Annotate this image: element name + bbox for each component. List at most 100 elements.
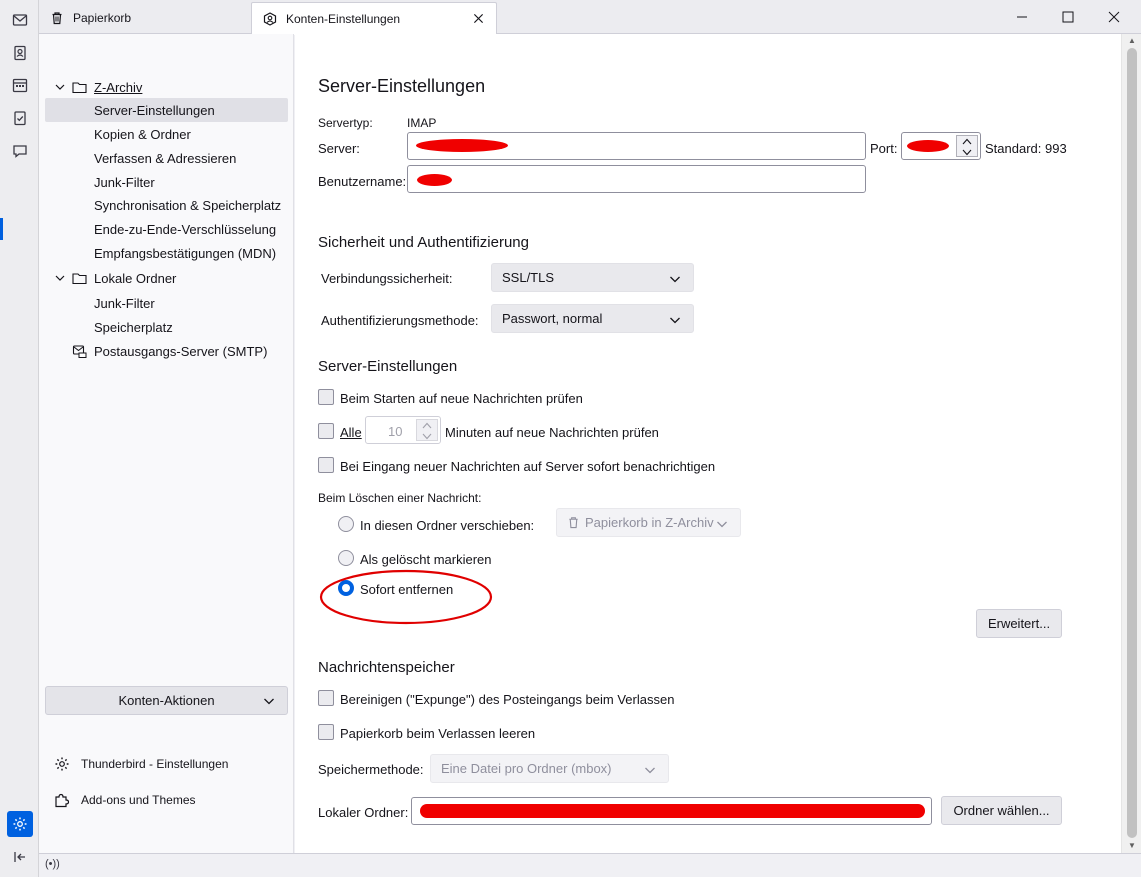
notify-checkbox[interactable] [318,457,334,473]
redaction-mark [416,139,508,152]
tree-item-junk-filter-local[interactable]: Junk-Filter [45,291,288,315]
mail-icon[interactable] [7,7,33,33]
scroll-down-icon[interactable]: ▼ [1127,842,1137,850]
connection-security-select[interactable]: SSL/TLS [491,263,694,292]
on-delete-label: Beim Löschen einer Nachricht: [318,491,482,505]
chevron-down-icon[interactable] [54,272,66,284]
tree-item-e2e[interactable]: Ende-zu-Ende-Verschlüsselung [45,217,288,241]
tree-account-lokale-ordner[interactable]: Lokale Ordner [45,266,288,290]
chevron-up-icon[interactable] [957,136,977,147]
notify-label: Bei Eingang neuer Nachrichten auf Server… [340,459,716,474]
check-on-start-label: Beim Starten auf neue Nachrichten prüfen [340,391,583,406]
account-actions-button[interactable]: Konten-Aktionen [45,686,288,715]
address-book-icon[interactable] [7,40,33,66]
window-close-icon[interactable] [1091,0,1137,34]
delete-move-label: In diesen Ordner verschieben: [360,518,535,533]
chevron-down-icon[interactable] [417,431,437,442]
empty-trash-checkbox[interactable] [318,724,334,740]
tree-label: Z-Archiv [94,79,143,95]
online-status-icon[interactable]: (•)) [45,858,60,870]
trash-icon [567,516,580,529]
delete-target-select[interactable]: Papierkorb in Z-Archiv [556,508,741,537]
check-interval-stepper[interactable]: 10 [365,416,441,444]
tree-account-z-archiv[interactable]: Z-Archiv [45,75,288,99]
tree-item-kopien-ordner[interactable]: Kopien & Ordner [45,122,288,146]
delete-mark-radio[interactable] [338,550,354,566]
delete-target-value: Papierkorb in Z-Archiv [585,515,714,530]
choose-folder-button[interactable]: Ordner wählen... [941,796,1062,825]
check-interval-value: 10 [388,424,403,439]
advanced-button[interactable]: Erweitert... [976,609,1062,638]
account-sidebar: Z-Archiv Server-Einstellungen Kopien & O… [39,34,294,853]
collapse-sidebar-icon[interactable] [7,844,33,870]
storage-method-value: Eine Datei pro Ordner (mbox) [441,761,612,776]
auth-method-value: Passwort, normal [502,311,603,326]
storage-method-select[interactable]: Eine Datei pro Ordner (mbox) [430,754,669,783]
tree-label: Junk-Filter [94,295,155,311]
check-every-prefix: Alle [340,425,362,440]
tree-label: Kopien & Ordner [94,126,191,142]
thunderbird-settings-link[interactable]: Thunderbird - Einstellungen [53,752,228,776]
tree-label: Lokale Ordner [94,270,177,286]
local-folder-input[interactable] [411,797,932,825]
delete-move-radio[interactable] [338,516,354,532]
status-bar: (•)) [39,853,1141,877]
storage-method-label: Speichermethode: [318,762,424,777]
tree-label: Speicherplatz [94,319,173,335]
storage-heading: Nachrichtenspeicher [318,659,455,676]
tab-konten-einstellungen[interactable]: Konten-Einstellungen [251,2,497,35]
account-actions-label: Konten-Aktionen [118,693,215,708]
scroll-up-icon[interactable]: ▲ [1127,37,1137,45]
username-input[interactable] [407,165,866,193]
tree-item-verfassen[interactable]: Verfassen & Adressieren [45,146,288,170]
chat-icon[interactable] [7,138,33,164]
check-every-suffix: Minuten auf neue Nachrichten prüfen [445,425,659,440]
tree-label: Ende-zu-Ende-Verschlüsselung [94,221,277,237]
calendar-icon[interactable] [7,72,33,98]
check-every-checkbox[interactable] [318,423,334,439]
port-stepper[interactable] [901,132,981,160]
tab-papierkorb[interactable]: Papierkorb [39,2,251,34]
expunge-checkbox[interactable] [318,690,334,706]
vertical-scrollbar[interactable]: ▲ ▼ [1121,34,1141,853]
chevron-down-icon[interactable] [54,81,66,93]
account-settings-icon [262,11,278,27]
interval-spin-arrows[interactable] [416,419,438,441]
addons-themes-label: Add-ons und Themes [81,793,196,807]
connection-security-label: Verbindungssicherheit: [321,271,453,286]
chevron-down-icon[interactable] [957,147,977,158]
tree-label: Verfassen & Adressieren [94,150,237,166]
tree-item-junk-filter[interactable]: Junk-Filter [45,170,288,194]
auth-method-select[interactable]: Passwort, normal [491,304,694,333]
delete-mark-label: Als gelöscht markieren [360,552,492,567]
folder-icon [71,79,87,95]
settings-pane: Server-Einstellungen Servertyp: IMAP Ser… [295,34,1121,853]
tab-label: Papierkorb [73,11,132,25]
gear-icon[interactable] [7,811,33,837]
puzzle-icon [53,791,71,809]
addons-themes-link[interactable]: Add-ons und Themes [53,788,196,812]
chevron-down-icon [670,317,680,324]
tree-item-smtp[interactable]: Postausgangs-Server (SMTP) [45,339,288,363]
close-icon[interactable] [470,10,486,26]
tree-item-synchronisation[interactable]: Synchronisation & Speicherplatz [45,193,288,217]
advanced-button-label: Erweitert... [987,616,1051,631]
chevron-down-icon [264,698,274,705]
chevron-down-icon [670,276,680,283]
folder-icon [71,270,87,286]
tree-item-speicherplatz[interactable]: Speicherplatz [45,315,288,339]
port-spin-arrows[interactable] [956,135,978,157]
expunge-label: Bereinigen ("Expunge") des Posteingangs … [340,692,675,707]
port-label: Port: [870,141,898,156]
check-on-start-checkbox[interactable] [318,389,334,405]
tasks-icon[interactable] [7,105,33,131]
scrollbar-thumb[interactable] [1127,48,1137,838]
server-settings-heading: Server-Einstellungen [318,358,458,375]
tree-item-server-einstellungen[interactable]: Server-Einstellungen [45,98,288,122]
tree-item-mdn[interactable]: Empfangsbestätigungen (MDN) [45,241,288,265]
maximize-icon[interactable] [1045,0,1091,34]
tree-label: Synchronisation & Speicherplatz [94,197,282,213]
server-input[interactable] [407,132,866,160]
minimize-icon[interactable] [999,0,1045,34]
chevron-up-icon[interactable] [417,420,437,431]
